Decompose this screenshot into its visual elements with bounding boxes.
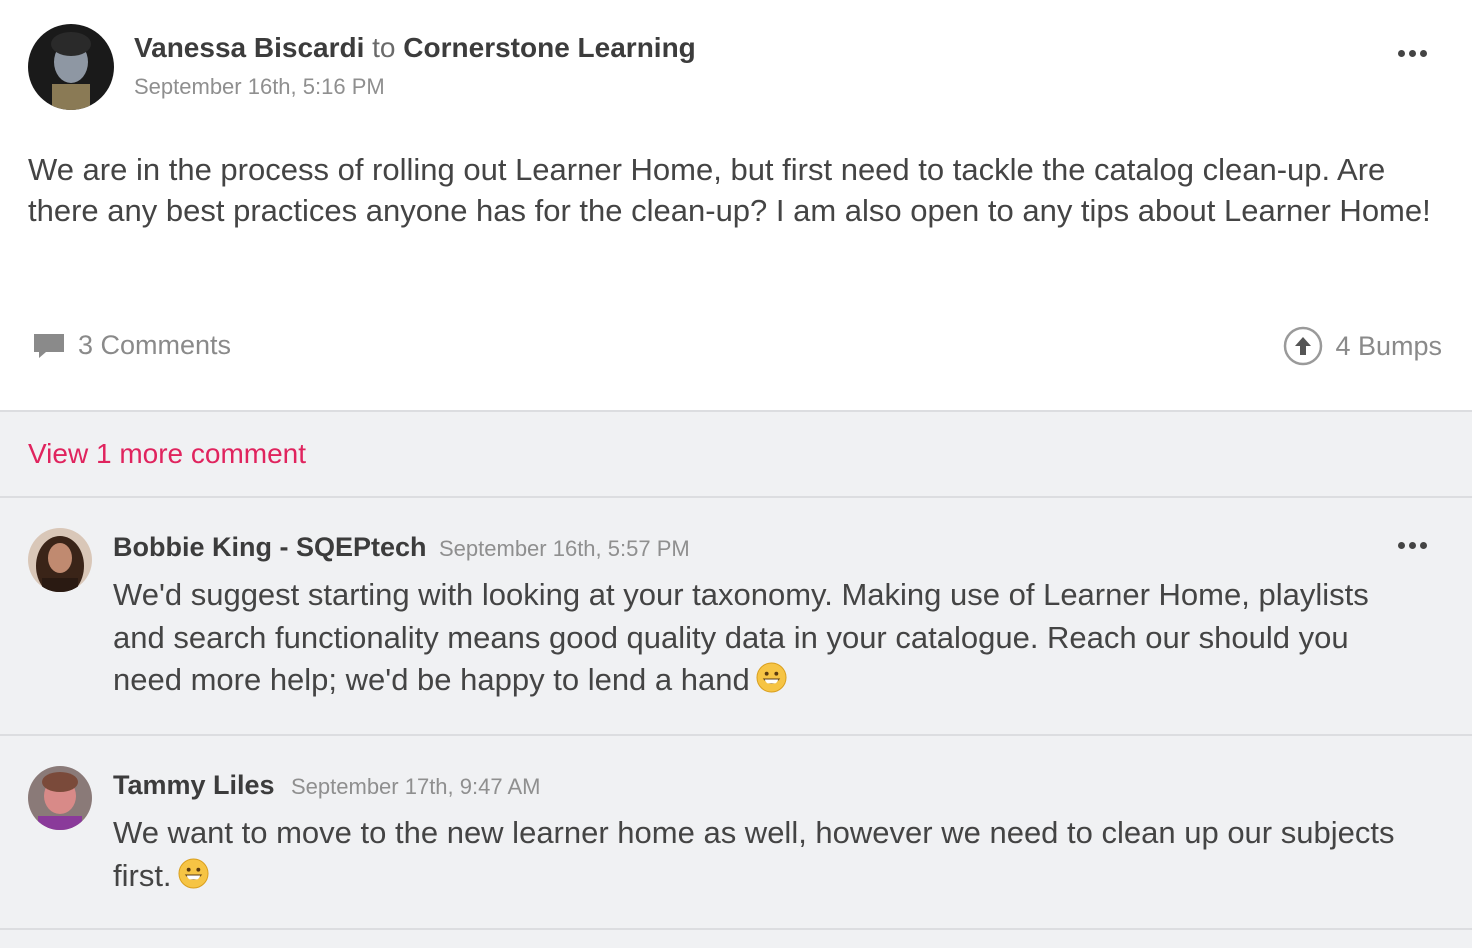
post-body-text: We are in the process of rolling out Lea… xyxy=(28,152,1431,228)
comment-more-options-icon[interactable] xyxy=(1398,536,1434,550)
comment-item: Bobbie King - SQEPtech September 16th, 5… xyxy=(0,498,1472,734)
grinning-emoji-icon xyxy=(756,662,787,693)
comment-body-text: We want to move to the new learner home … xyxy=(113,815,1395,893)
post-timestamp: September 16th, 5:16 PM xyxy=(134,74,385,99)
comments-count-button[interactable]: 3 Comments xyxy=(32,330,231,361)
grinning-emoji-icon xyxy=(178,857,209,889)
more-options-icon[interactable] xyxy=(1398,44,1434,58)
comment-body-text: We'd suggest starting with looking at yo… xyxy=(113,577,1369,697)
post-card: Vanessa Biscardi to Cornerstone Learning… xyxy=(0,0,1472,948)
bumps-label: 4 Bumps xyxy=(1335,330,1442,361)
bumps-button[interactable]: 4 Bumps xyxy=(1283,326,1442,366)
comment-author-avatar[interactable] xyxy=(28,528,92,592)
post-group-name[interactable]: Cornerstone Learning xyxy=(403,32,695,63)
post-author-avatar[interactable] xyxy=(28,24,114,110)
divider xyxy=(0,928,1472,930)
comment-body: We want to move to the new learner home … xyxy=(113,812,1413,897)
comments-count-label: 3 Comments xyxy=(78,330,232,360)
comment-author-name[interactable]: Tammy Liles xyxy=(113,770,275,801)
comment-timestamp: September 16th, 5:57 PM xyxy=(439,536,690,561)
post-header-section: Vanessa Biscardi to Cornerstone Learning… xyxy=(0,0,1472,410)
view-more-comments-link[interactable]: View 1 more comment xyxy=(28,438,306,470)
comment-icon xyxy=(34,333,64,358)
post-to-word: to xyxy=(372,32,396,63)
post-author-line: Vanessa Biscardi to Cornerstone Learning xyxy=(134,32,696,64)
comment-author-avatar[interactable] xyxy=(28,766,92,830)
comment-body: We'd suggest starting with looking at yo… xyxy=(113,574,1413,702)
bump-arrow-icon xyxy=(1284,326,1323,366)
comment-item: Tammy Liles September 17th, 9:47 AM We w… xyxy=(0,736,1472,932)
comment-timestamp: September 17th, 9:47 AM xyxy=(291,774,541,799)
comments-section: View 1 more comment Bobbie King - SQEPte… xyxy=(0,410,1472,948)
post-author-name[interactable]: Vanessa Biscardi xyxy=(134,32,364,63)
comment-author-name[interactable]: Bobbie King - SQEPtech xyxy=(113,532,427,563)
